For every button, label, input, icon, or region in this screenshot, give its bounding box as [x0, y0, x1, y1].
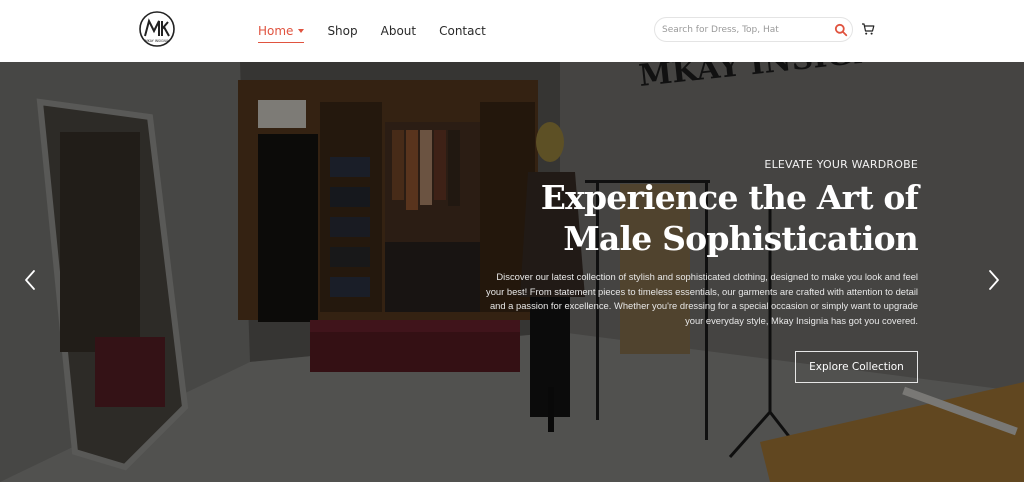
search-box: [654, 17, 853, 42]
site-header: MKAY INSIGNIA Home Shop About Contact: [0, 0, 1024, 62]
hero-description: Discover our latest collection of stylis…: [486, 271, 918, 326]
nav-item-contact[interactable]: Contact: [439, 22, 486, 40]
search-icon[interactable]: [834, 23, 848, 37]
logo-text: MKAY INSIGNIA: [145, 39, 170, 43]
chevron-down-icon: [298, 29, 305, 33]
cart-icon[interactable]: [861, 22, 875, 36]
hero-headline-line2: Male Sophistication: [563, 219, 919, 258]
hero-slider: MKAY INSIGNIA ELEVATE YOUR WARDROBE Expe…: [0, 62, 1024, 482]
nav-item-home[interactable]: Home: [258, 22, 305, 43]
search-input[interactable]: [662, 20, 827, 39]
nav-item-label: Contact: [439, 24, 486, 38]
main-nav: Home Shop About Contact: [258, 22, 509, 43]
nav-item-label: About: [380, 24, 417, 38]
hero-eyebrow: ELEVATE YOUR WARDROBE: [764, 158, 918, 171]
nav-item-shop[interactable]: Shop: [327, 22, 357, 40]
hero-headline-line1: Experience the Art of: [540, 178, 919, 217]
nav-item-label: Shop: [327, 24, 358, 38]
nav-item-about[interactable]: About: [381, 22, 416, 40]
explore-collection-button[interactable]: Explore Collection: [795, 351, 918, 383]
nav-item-label: Home: [258, 24, 294, 38]
chevron-right-icon[interactable]: [987, 269, 1001, 291]
chevron-left-icon[interactable]: [23, 269, 37, 291]
brand-logo[interactable]: MKAY INSIGNIA: [137, 9, 177, 49]
hero-headline: Experience the Art of Male Sophisticatio…: [498, 177, 919, 259]
